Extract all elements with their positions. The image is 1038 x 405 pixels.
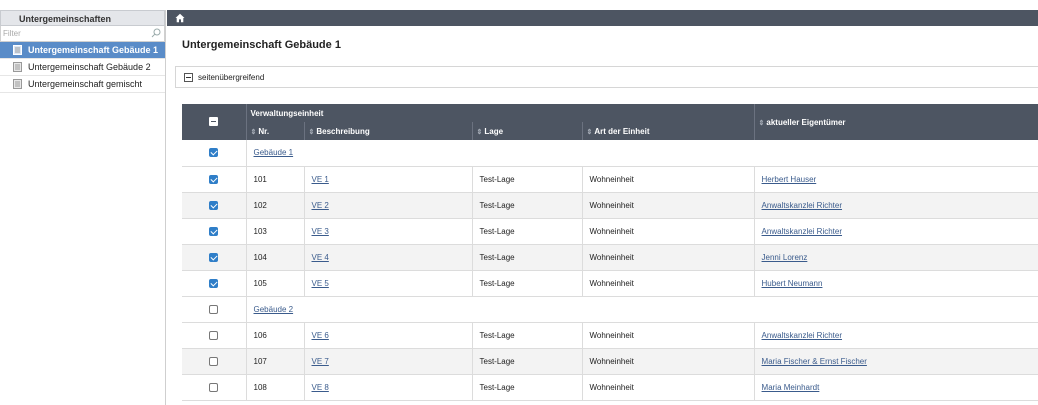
cell-nr: 107 [246,348,305,375]
owner-link[interactable]: Herbert Hauser [762,175,817,184]
cell-art: Wohneinheit [582,166,755,193]
table-body: Gebäude 1 101 VE 1 Test-Lage Wohneinheit Herb… [182,140,1038,401]
column-header-art[interactable]: ⇕ Art der Einheit [582,122,755,140]
home-icon[interactable] [175,13,185,23]
table-row: 101 VE 1 Test-Lage Wohneinheit Herbert Hause… [182,166,1038,193]
sidebar-item-label: Untergemeinschaft Gebäude 2 [28,62,151,72]
group-checkbox[interactable] [209,304,219,314]
cell-lage: Test-Lage [472,322,583,349]
unit-link[interactable]: VE 3 [312,227,329,236]
cell-art: Wohneinheit [582,322,755,349]
sidebar-item[interactable]: Untergemeinschaft gemischt [0,76,165,93]
row-checkbox[interactable] [209,252,219,262]
row-checkbox[interactable] [209,174,219,184]
document-icon [13,62,22,72]
column-header-eigentuemer[interactable]: ⇕ aktueller Eigentümer [754,104,1038,140]
cell-lage: Test-Lage [472,244,583,271]
group-row: Gebäude 2 [182,296,1038,323]
filter-box [0,26,165,42]
group-header-verwaltungseinheit: Verwaltungseinheit [246,104,755,122]
sort-icon: ⇕ [250,128,257,136]
group-row: Gebäude 1 [182,140,1038,167]
row-checkbox[interactable] [209,226,219,236]
sidebar: Untergemeinschaften Untergemeinschaft Ge… [0,10,166,405]
owner-link[interactable]: Maria Meinhardt [762,383,820,392]
cell-art: Wohneinheit [582,244,755,271]
cross-page-toggle[interactable]: seitenübergreifend [175,66,1038,88]
cell-lage: Test-Lage [472,348,583,375]
column-header-lage[interactable]: ⇕ Lage [472,122,583,140]
sort-icon: ⇕ [758,119,765,127]
table-row: 104 VE 4 Test-Lage Wohneinheit Jenni Lorenz [182,244,1038,271]
owner-link[interactable]: Anwaltskanzlei Richter [762,331,842,340]
unit-link[interactable]: VE 1 [312,175,329,184]
table-row: 102 VE 2 Test-Lage Wohneinheit Anwaltskanzle… [182,192,1038,219]
unit-link[interactable]: VE 6 [312,331,329,340]
table-row: 107 VE 7 Test-Lage Wohneinheit Maria Fischer… [182,348,1038,375]
sidebar-title: Untergemeinschaften [0,10,165,26]
cell-art: Wohneinheit [582,374,755,401]
page-title: Untergemeinschaft Gebäude 1 [182,39,341,51]
group-link[interactable]: Gebäude 1 [254,148,294,157]
row-checkbox[interactable] [209,330,219,340]
row-checkbox[interactable] [209,356,219,366]
top-bar [167,10,1038,26]
document-icon [13,45,22,55]
sort-icon: ⇕ [586,128,593,136]
unit-link[interactable]: VE 8 [312,383,329,392]
cell-art: Wohneinheit [582,192,755,219]
document-icon [13,79,22,89]
select-all-header[interactable] [182,104,247,140]
sidebar-list: Untergemeinschaft Gebäude 1 Untergemeinsc… [0,42,165,93]
cell-nr: 108 [246,374,305,401]
cell-lage: Test-Lage [472,218,583,245]
table-row: 106 VE 6 Test-Lage Wohneinheit Anwaltskanzle… [182,322,1038,349]
cell-lage: Test-Lage [472,374,583,401]
row-checkbox[interactable] [209,200,219,210]
group-checkbox[interactable] [209,148,219,158]
owner-link[interactable]: Jenni Lorenz [762,253,808,262]
table-row: 108 VE 8 Test-Lage Wohneinheit Maria Meinhar… [182,374,1038,401]
sidebar-item[interactable]: Untergemeinschaft Gebäude 1 [0,42,165,59]
units-table: Verwaltungseinheit ⇕ aktueller Eigentümer… [182,104,1038,401]
sort-icon: ⇕ [476,128,483,136]
collapse-icon[interactable] [184,72,193,82]
sidebar-item-label: Untergemeinschaft gemischt [28,79,143,89]
unit-link[interactable]: VE 5 [312,279,329,288]
row-checkbox[interactable] [209,278,219,288]
owner-link[interactable]: Anwaltskanzlei Richter [762,227,842,236]
cell-lage: Test-Lage [472,270,583,297]
cell-art: Wohneinheit [582,270,755,297]
sort-icon: ⇕ [308,128,315,136]
sidebar-item[interactable]: Untergemeinschaft Gebäude 2 [0,59,165,76]
unit-link[interactable]: VE 7 [312,357,329,366]
select-all-checkbox[interactable] [209,116,219,126]
filter-input[interactable] [1,26,164,41]
column-header-beschreibung[interactable]: ⇕ Beschreibung [304,122,473,140]
row-checkbox[interactable] [209,382,219,392]
cell-nr: 105 [246,270,305,297]
cell-nr: 101 [246,166,305,193]
cell-nr: 106 [246,322,305,349]
column-header-nr[interactable]: ⇕ Nr. [246,122,305,140]
owner-link[interactable]: Maria Fischer & Ernst Fischer [762,357,867,366]
search-icon[interactable] [151,28,161,38]
table-row: 105 VE 5 Test-Lage Wohneinheit Hubert Neuman… [182,270,1038,297]
cross-page-label: seitenübergreifend [198,72,265,82]
cell-lage: Test-Lage [472,192,583,219]
cell-art: Wohneinheit [582,218,755,245]
cell-lage: Test-Lage [472,166,583,193]
sidebar-item-label: Untergemeinschaft Gebäude 1 [28,45,159,55]
group-link[interactable]: Gebäude 2 [254,305,294,314]
cell-nr: 103 [246,218,305,245]
owner-link[interactable]: Anwaltskanzlei Richter [762,201,842,210]
cell-art: Wohneinheit [582,348,755,375]
unit-link[interactable]: VE 2 [312,201,329,210]
table-row: 103 VE 3 Test-Lage Wohneinheit Anwaltskanzle… [182,218,1038,245]
cell-nr: 102 [246,192,305,219]
cell-nr: 104 [246,244,305,271]
unit-link[interactable]: VE 4 [312,253,329,262]
owner-link[interactable]: Hubert Neumann [762,279,823,288]
